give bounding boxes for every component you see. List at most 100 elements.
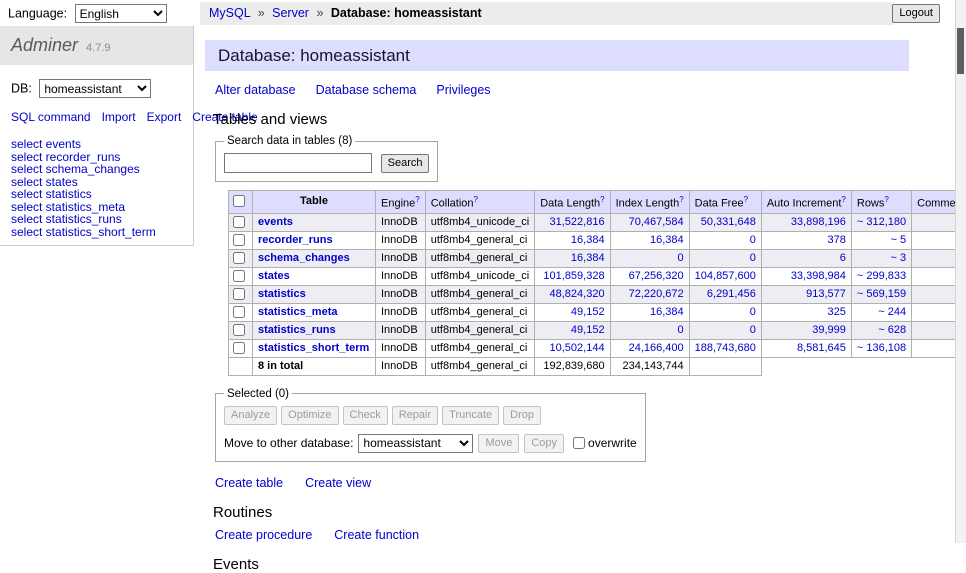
table-name-link[interactable]: statistics_meta	[258, 306, 338, 318]
logout-button[interactable]: Logout	[892, 4, 940, 23]
sidebar-table-link-select-schema-changes[interactable]: select schema_changes	[11, 163, 193, 176]
data-length-link[interactable]: 16,384	[571, 234, 605, 246]
index-length-link[interactable]: 0	[678, 324, 684, 336]
move-db-select[interactable]: homeassistant	[358, 434, 473, 453]
row-checkbox[interactable]	[233, 306, 245, 318]
auto-increment-link[interactable]: 8,581,645	[797, 342, 846, 354]
routine-link-create-procedure[interactable]: Create procedure	[215, 528, 312, 542]
sidebar-action-link-import[interactable]: Import	[102, 110, 136, 124]
rows-count-link[interactable]: ~ 5	[891, 234, 907, 246]
rows-count-link[interactable]: ~ 244	[878, 306, 906, 318]
overwrite-checkbox[interactable]	[573, 437, 585, 449]
row-checkbox[interactable]	[233, 252, 245, 264]
auto-increment-link[interactable]: 6	[840, 252, 846, 264]
scrollbar[interactable]	[955, 0, 966, 543]
data-length-link[interactable]: 16,384	[571, 252, 605, 264]
data-length-link[interactable]: 48,824,320	[550, 288, 605, 300]
database-link-database-schema[interactable]: Database schema	[316, 83, 417, 97]
row-checkbox[interactable]	[233, 288, 245, 300]
scrollbar-thumb[interactable]	[957, 28, 964, 74]
app-name-link[interactable]: Adminer	[11, 35, 78, 55]
sidebar-table-link-select-events[interactable]: select events	[11, 138, 193, 151]
data-free-link[interactable]: 188,743,680	[695, 342, 756, 354]
auto-increment-link[interactable]: 378	[828, 234, 846, 246]
routine-link-create-function[interactable]: Create function	[334, 528, 419, 542]
index-length-link[interactable]: 16,384	[650, 306, 684, 318]
column-help-link[interactable]: ?	[884, 195, 888, 204]
sidebar-action-link-sql-command[interactable]: SQL command	[11, 110, 91, 124]
data-free-link[interactable]: 0	[750, 324, 756, 336]
data-length-link[interactable]: 10,502,144	[550, 342, 605, 354]
sidebar-table-link-select-statistics-short-term[interactable]: select statistics_short_term	[11, 226, 193, 239]
row-checkbox[interactable]	[233, 216, 245, 228]
rows-count-link[interactable]: ~ 3	[891, 252, 907, 264]
auto-increment-link[interactable]: 33,398,984	[791, 270, 846, 282]
check-button: Check	[343, 406, 388, 425]
data-length-link[interactable]: 49,152	[571, 324, 605, 336]
rows-count-link[interactable]: ~ 299,833	[857, 270, 906, 282]
rows-count-link[interactable]: ~ 569,159	[857, 288, 906, 300]
index-length-link[interactable]: 16,384	[650, 234, 684, 246]
index-length-link[interactable]: 24,166,400	[629, 342, 684, 354]
auto-increment-link[interactable]: 913,577	[806, 288, 846, 300]
search-input[interactable]	[224, 153, 372, 173]
table-name-link[interactable]: statistics_short_term	[258, 342, 369, 354]
data-free-link[interactable]: 0	[750, 234, 756, 246]
sidebar-table-link-select-statistics-runs[interactable]: select statistics_runs	[11, 213, 193, 226]
rows-count-link[interactable]: ~ 312,180	[857, 216, 906, 228]
column-header-data-free: Data Free?	[689, 191, 761, 214]
table-name-link[interactable]: states	[258, 270, 290, 282]
database-link-alter-database[interactable]: Alter database	[215, 83, 296, 97]
language-select[interactable]: English	[75, 4, 167, 23]
column-help-link[interactable]: ?	[415, 195, 419, 204]
breadcrumb-link-mysql[interactable]: MySQL	[209, 6, 250, 20]
search-button[interactable]: Search	[381, 154, 430, 173]
auto-increment-link[interactable]: 39,999	[812, 324, 846, 336]
tables-body: eventsInnoDButf8mb4_unicode_ci31,522,816…	[229, 213, 966, 375]
create-link-create-view[interactable]: Create view	[305, 476, 371, 490]
rows-count-link[interactable]: ~ 136,108	[857, 342, 906, 354]
column-help-link[interactable]: ?	[841, 195, 845, 204]
row-checkbox[interactable]	[233, 324, 245, 336]
data-free-link[interactable]: 6,291,456	[707, 288, 756, 300]
auto-increment-link[interactable]: 325	[828, 306, 846, 318]
create-link-create-table[interactable]: Create table	[215, 476, 283, 490]
index-length-link[interactable]: 0	[678, 252, 684, 264]
column-help-link[interactable]: ?	[474, 195, 478, 204]
column-help-link[interactable]: ?	[744, 195, 748, 204]
table-name-link[interactable]: statistics_runs	[258, 324, 336, 336]
sidebar-table-link-select-statistics[interactable]: select statistics	[11, 188, 193, 201]
data-length-link[interactable]: 31,522,816	[550, 216, 605, 228]
optimize-button: Optimize	[281, 406, 338, 425]
table-name-link[interactable]: events	[258, 216, 293, 228]
table-name-link[interactable]: statistics	[258, 288, 306, 300]
data-free-link[interactable]: 50,331,648	[701, 216, 756, 228]
data-length-link[interactable]: 49,152	[571, 306, 605, 318]
select-all-checkbox[interactable]	[233, 195, 245, 207]
cell-data-length: 101,859,328	[535, 267, 610, 285]
table-name-link[interactable]: schema_changes	[258, 252, 350, 264]
db-select[interactable]: homeassistant	[39, 79, 151, 98]
data-free-link[interactable]: 104,857,600	[695, 270, 756, 282]
auto-increment-link[interactable]: 33,898,196	[791, 216, 846, 228]
cell-index-length: 72,220,672	[610, 285, 689, 303]
table-name-link[interactable]: recorder_runs	[258, 234, 333, 246]
cell-auto-increment: 33,398,984	[761, 267, 851, 285]
index-length-link[interactable]: 70,467,584	[629, 216, 684, 228]
sidebar-action-link-export[interactable]: Export	[147, 110, 182, 124]
database-link-privileges[interactable]: Privileges	[436, 83, 490, 97]
data-free-link[interactable]: 0	[750, 252, 756, 264]
row-checkbox[interactable]	[233, 234, 245, 246]
row-checkbox[interactable]	[233, 342, 245, 354]
data-free-link[interactable]: 0	[750, 306, 756, 318]
index-length-link[interactable]: 67,256,320	[629, 270, 684, 282]
row-checkbox[interactable]	[233, 270, 245, 282]
column-help-link[interactable]: ?	[600, 195, 604, 204]
tables-header-row: TableEngine?Collation?Data Length?Index …	[229, 191, 966, 214]
rows-count-link[interactable]: ~ 628	[878, 324, 906, 336]
breadcrumb-link-server[interactable]: Server	[272, 6, 309, 20]
index-length-link[interactable]: 72,220,672	[629, 288, 684, 300]
column-header-label: Collation	[431, 198, 474, 210]
column-help-link[interactable]: ?	[679, 195, 683, 204]
data-length-link[interactable]: 101,859,328	[543, 270, 604, 282]
